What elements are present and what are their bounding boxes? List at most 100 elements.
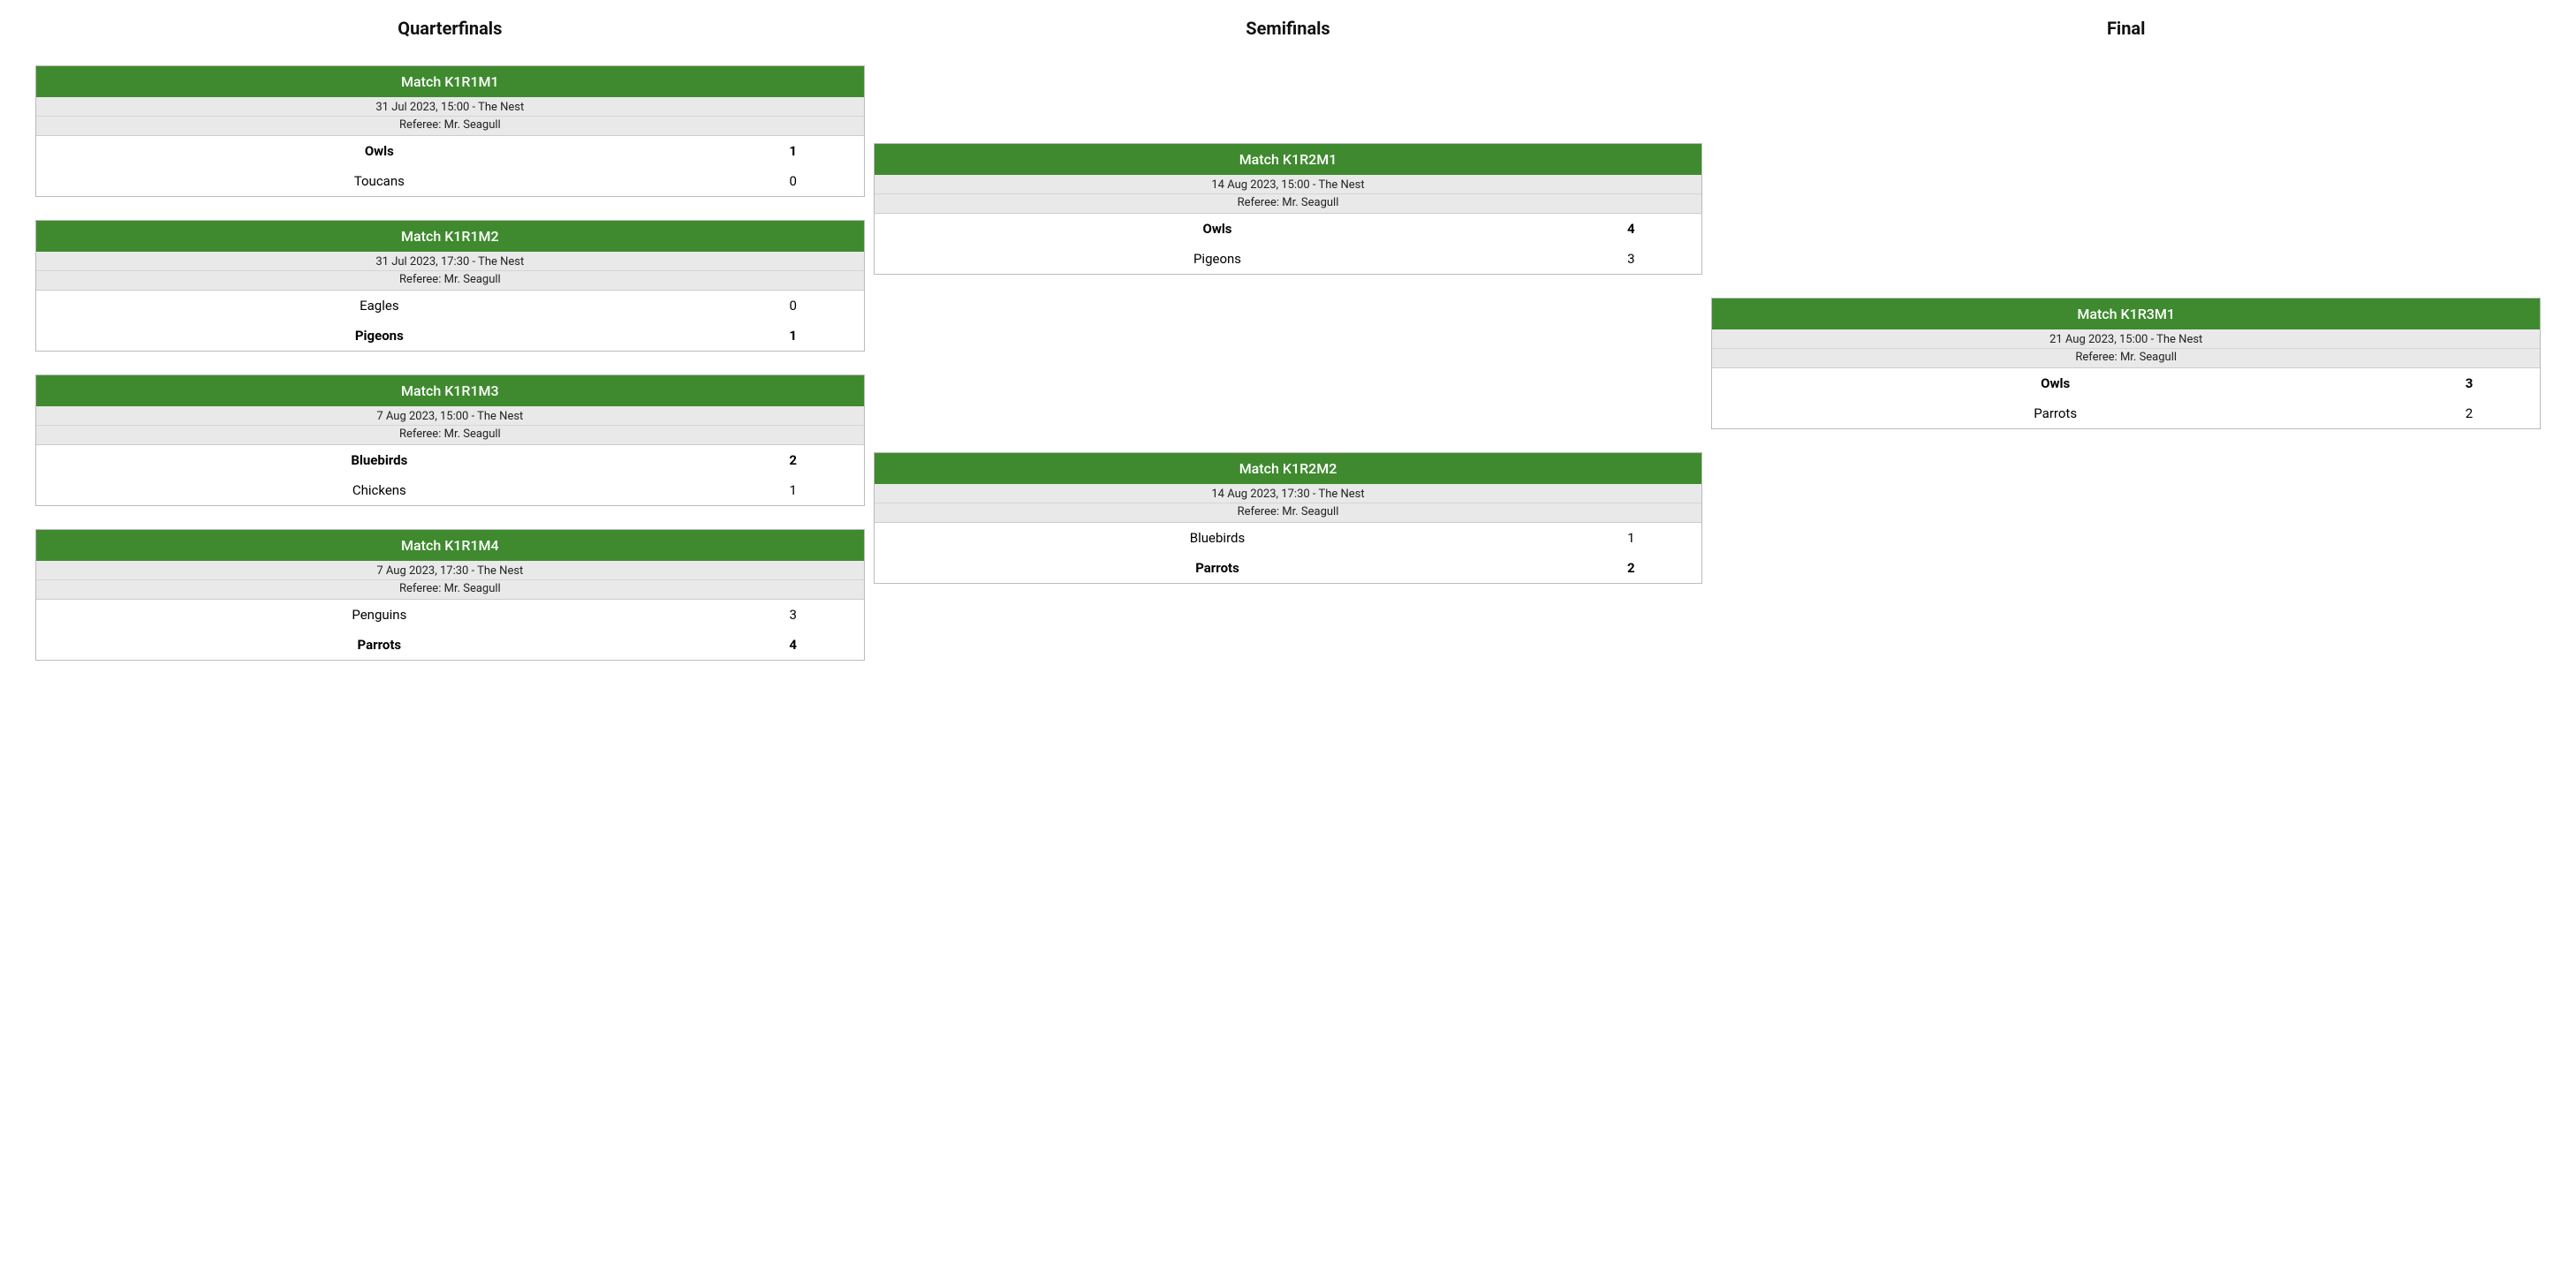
team-name: Chickens	[36, 482, 723, 498]
referee-name: Mr. Seagull	[444, 273, 501, 286]
team-score: 2	[2398, 405, 2540, 421]
team-name: Penguins	[36, 607, 723, 623]
match-card[interactable]: Match K1R2M114 Aug 2023, 15:00 - The Nes…	[874, 143, 1703, 275]
bracket-column: FinalMatch K1R3M121 Aug 2023, 15:00 - Th…	[1711, 18, 2541, 661]
team-name: Owls	[36, 143, 723, 159]
match-card[interactable]: Match K1R1M47 Aug 2023, 17:30 - The Nest…	[35, 529, 865, 661]
match-header: Match K1R2M1	[875, 144, 1702, 175]
match-meta: 7 Aug 2023, 15:00 - The NestReferee: Mr.…	[36, 406, 864, 445]
match-datetime-place: 31 Jul 2023, 15:00 - The Nest	[36, 97, 864, 117]
match-label-prefix: Match	[401, 73, 444, 90]
match-label-prefix: Match	[1239, 151, 1283, 168]
team-row: Penguins3	[36, 600, 864, 630]
match-meta: 31 Jul 2023, 15:00 - The NestReferee: Mr…	[36, 97, 864, 136]
team-name: Pigeons	[875, 251, 1561, 267]
referee-name: Mr. Seagull	[1282, 505, 1338, 518]
referee-name: Mr. Seagull	[2120, 351, 2177, 364]
team-row: Owls4	[875, 214, 1702, 244]
team-name: Parrots	[875, 560, 1561, 576]
referee-prefix: Referee:	[399, 427, 444, 441]
match-datetime-place: 21 Aug 2023, 15:00 - The Nest	[1712, 329, 2540, 349]
match-card[interactable]: Match K1R3M121 Aug 2023, 15:00 - The Nes…	[1711, 298, 2541, 429]
team-score: 4	[1560, 221, 1701, 237]
match-label-prefix: Match	[401, 228, 444, 245]
match-referee: Referee: Mr. Seagull	[36, 580, 864, 599]
column-title: Final	[1711, 18, 2541, 39]
referee-prefix: Referee:	[399, 582, 444, 595]
team-score: 1	[1560, 530, 1701, 546]
bracket-column: Quarterfinals Match K1R1M131 Jul 2023, 15…	[35, 18, 865, 661]
team-row: Parrots2	[1712, 398, 2540, 428]
team-row: Owls3	[1712, 368, 2540, 398]
match-referee: Referee: Mr. Seagull	[1712, 349, 2540, 367]
team-row: Bluebirds2	[36, 445, 864, 475]
match-referee: Referee: Mr. Seagull	[36, 426, 864, 444]
match-referee: Referee: Mr. Seagull	[36, 117, 864, 135]
match-datetime-place: 7 Aug 2023, 17:30 - The Nest	[36, 561, 864, 580]
match-label-prefix: Match	[2077, 306, 2120, 322]
team-row: Chickens1	[36, 475, 864, 505]
match-id: K1R2M1	[1283, 151, 1337, 168]
match-id: K1R1M4	[444, 537, 498, 554]
match-header: Match K1R1M2	[36, 221, 864, 252]
referee-prefix: Referee:	[1238, 196, 1283, 209]
match-label-prefix: Match	[401, 382, 444, 399]
match-meta: 14 Aug 2023, 15:00 - The Nest Referee: Mr…	[875, 175, 1702, 214]
team-name: Eagles	[36, 298, 723, 314]
team-name: Owls	[875, 221, 1561, 237]
team-name: Bluebirds	[875, 530, 1561, 546]
match-card[interactable]: Match K1R1M231 Jul 2023, 17:30 - The Nes…	[35, 220, 865, 352]
team-score: 0	[723, 173, 864, 189]
team-score: 2	[723, 452, 864, 468]
match-card[interactable]: Match K1R1M37 Aug 2023, 15:00 - The Nest…	[35, 374, 865, 506]
team-row: Eagles0	[36, 291, 864, 321]
team-score: 3	[723, 607, 864, 623]
match-header: Match K1R1M4	[36, 530, 864, 561]
match-datetime-place: 31 Jul 2023, 17:30 - The Nest	[36, 252, 864, 271]
team-row: Parrots4	[36, 630, 864, 660]
match-id: K1R1M3	[444, 382, 498, 399]
match-id: K1R1M2	[444, 228, 498, 245]
referee-name: Mr. Seagull	[444, 118, 501, 132]
team-name: Parrots	[1712, 405, 2398, 421]
match-datetime-place: 14 Aug 2023, 15:00 - The Nest	[875, 175, 1702, 194]
match-header: Match K1R1M1	[36, 66, 864, 97]
team-row: Parrots2	[875, 553, 1702, 583]
match-meta: 7 Aug 2023, 17:30 - The NestReferee: Mr.…	[36, 561, 864, 600]
team-row: Pigeons1	[36, 321, 864, 351]
team-row: Owls1	[36, 136, 864, 166]
team-row: Pigeons3	[875, 244, 1702, 274]
bracket-column: SemifinalsMatch K1R2M114 Aug 2023, 15:00…	[874, 18, 1703, 661]
team-score: 0	[723, 298, 864, 314]
referee-prefix: Referee:	[399, 273, 444, 286]
match-header: Match K1R1M3	[36, 375, 864, 406]
bracket-container: Quarterfinals Match K1R1M131 Jul 2023, 15…	[35, 18, 2541, 661]
team-score: 1	[723, 482, 864, 498]
match-card[interactable]: Match K1R2M2 14 Aug 2023, 17:30 - The Nes…	[874, 452, 1703, 584]
match-label-prefix: Match	[1239, 460, 1283, 477]
referee-prefix: Referee:	[1238, 505, 1283, 518]
team-name: Owls	[1712, 375, 2398, 391]
match-datetime-place: 7 Aug 2023, 15:00 - The Nest	[36, 406, 864, 426]
team-score: 1	[723, 143, 864, 159]
team-score: 3	[2398, 375, 2540, 391]
match-referee: Referee: Mr. Seagull	[875, 503, 1702, 522]
matches-list: Match K1R1M131 Jul 2023, 15:00 - The Nes…	[35, 65, 865, 661]
team-name: Bluebirds	[36, 452, 723, 468]
match-id: K1R2M2	[1283, 460, 1337, 477]
team-score: 2	[1560, 560, 1701, 576]
match-meta: 14 Aug 2023, 17:30 - The NestReferee: Mr…	[875, 484, 1702, 523]
match-header: Match K1R3M1	[1712, 299, 2540, 329]
match-id: K1R3M1	[2121, 306, 2175, 322]
referee-name: Mr. Seagull	[1282, 196, 1338, 209]
team-row: Toucans0	[36, 166, 864, 196]
team-score: 4	[723, 637, 864, 653]
matches-list: Match K1R2M114 Aug 2023, 15:00 - The Nes…	[874, 65, 1703, 661]
column-title: Quarterfinals	[35, 18, 865, 39]
match-card[interactable]: Match K1R1M131 Jul 2023, 15:00 - The Nes…	[35, 65, 865, 197]
team-score: 3	[1560, 251, 1701, 267]
match-referee: Referee: Mr. Seagull	[36, 271, 864, 290]
team-name: Parrots	[36, 637, 723, 653]
column-title: Semifinals	[874, 18, 1703, 39]
match-label-prefix: Match	[401, 537, 444, 554]
